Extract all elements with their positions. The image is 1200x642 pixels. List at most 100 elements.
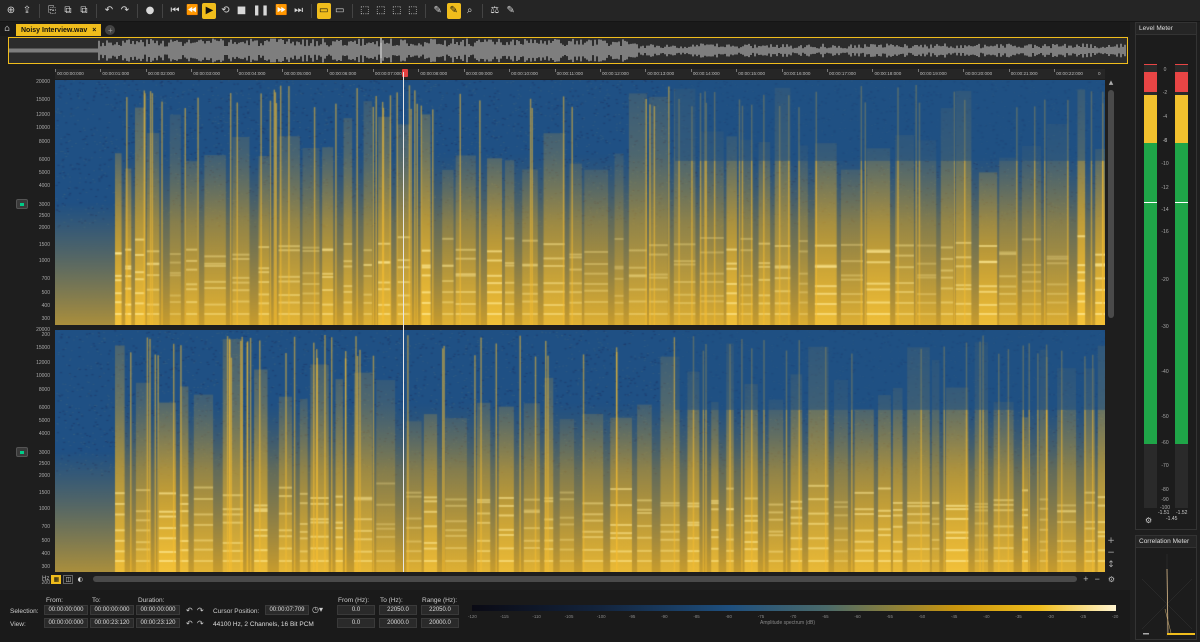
selection-from-hz-field[interactable]: 0.0 xyxy=(337,605,375,615)
rms-value: -1.45 xyxy=(1166,516,1178,522)
balance-icon[interactable]: ⚖ xyxy=(488,3,502,19)
pencil-icon[interactable]: ✎ xyxy=(431,3,445,19)
ruler-tick-label: 00:00:13:000 xyxy=(647,71,675,76)
undo-icon[interactable]: ↶ xyxy=(102,3,116,19)
playhead-line[interactable] xyxy=(403,72,404,572)
zoom-out-icon[interactable]: − xyxy=(1095,574,1100,584)
colorbar-tick-label: -110 xyxy=(532,614,541,619)
view-duration-field[interactable]: 00:00:23:120 xyxy=(136,618,180,628)
view-mode-active-icon[interactable]: ▭ xyxy=(333,3,347,19)
spectrogram-channel-2[interactable] xyxy=(55,330,1105,572)
time-select-icon[interactable]: ⬚ xyxy=(374,3,388,19)
file-tab[interactable]: Noisy Interview.wav × xyxy=(16,24,102,36)
selection-range-hz-field[interactable]: 22050.0 xyxy=(421,605,459,615)
level-scale-label: -80 xyxy=(1161,487,1169,493)
stop-button[interactable]: ■ xyxy=(234,3,248,19)
selection-from-field[interactable]: 00:00:00:000 xyxy=(44,605,88,615)
home-icon[interactable]: ⌂ xyxy=(0,22,14,36)
view-from-field[interactable]: 00:00:00:000 xyxy=(44,618,88,628)
selection-to-field[interactable]: 00:00:00:000 xyxy=(90,605,134,615)
horizontal-scrollbar[interactable] xyxy=(93,576,1078,582)
time-ruler[interactable]: 00:00:00:000 00:00:01:000 00:00:02:000 00:0… xyxy=(55,69,1105,79)
close-tab-icon[interactable]: × xyxy=(92,27,96,34)
selection-duration-field[interactable]: 00:00:00:000 xyxy=(136,605,180,615)
new-icon[interactable]: ⊕ xyxy=(4,3,18,19)
to-hz-label: To (Hz): xyxy=(380,597,403,604)
level-meter-left-channel xyxy=(1144,64,1157,508)
ruler-tick-label: 00:00:22:000 xyxy=(1056,71,1083,76)
export-icon[interactable]: ⇪ xyxy=(20,3,34,19)
ruler-tick-line xyxy=(645,69,647,72)
region-select-icon[interactable]: ⬚ xyxy=(390,3,404,19)
ruler-tick-line xyxy=(963,69,965,72)
overview-waveform-graphic xyxy=(8,38,1126,63)
paste-icon[interactable]: ⧉ xyxy=(61,3,75,19)
ruler-tick-label: 00:00:14:000 xyxy=(692,71,720,76)
vertical-scrollbar[interactable] xyxy=(1108,90,1114,318)
spectral-view-button[interactable]: ▦ xyxy=(51,574,62,584)
zoom-in-icon[interactable]: + xyxy=(1083,574,1088,584)
selection-to-hz-field[interactable]: 22050.0 xyxy=(379,605,417,615)
select-icon[interactable]: ⬚ xyxy=(358,3,372,19)
magic-wand-icon[interactable]: ✎ xyxy=(446,2,461,19)
record-button[interactable]: ● xyxy=(143,3,157,19)
meter-settings-icon[interactable]: ⚙ xyxy=(1145,516,1152,525)
loop-button[interactable]: ⟲ xyxy=(218,3,232,19)
brush-icon[interactable]: ✎ xyxy=(504,3,518,19)
skip-start-button[interactable]: ⏮ xyxy=(168,3,182,19)
frequency-label: 12000 xyxy=(36,112,50,118)
redo-view-icon[interactable]: ↷ xyxy=(197,619,204,628)
overview-waveform[interactable] xyxy=(8,37,1128,64)
lasso-icon[interactable]: ⬚ xyxy=(406,3,420,19)
undo-selection-icon[interactable]: ↶ xyxy=(186,606,193,615)
colorbar-tick-label: -105 xyxy=(564,614,574,619)
toolbar-separator xyxy=(39,3,40,18)
frequency-label: 4000 xyxy=(38,431,50,437)
ruler-tick-label: 00:00:03:000 xyxy=(193,71,221,76)
skip-end-button[interactable]: ⏭ xyxy=(292,3,306,19)
cursor-position-field[interactable]: 00:00:07:709 xyxy=(265,605,309,615)
copy-icon[interactable]: ⎘ xyxy=(45,3,59,19)
vertical-fit-icon[interactable]: ↕ xyxy=(1106,560,1116,570)
fast-forward-button[interactable]: ⏩ xyxy=(273,3,289,19)
correlation-meter-panel: Correlation Meter xyxy=(1135,535,1197,640)
level-scale-label: -40 xyxy=(1161,369,1169,375)
rewind-button[interactable]: ⏪ xyxy=(184,3,200,19)
vertical-scroll-up-icon[interactable]: ▴ xyxy=(1106,78,1116,88)
undo-view-icon[interactable]: ↶ xyxy=(186,619,193,628)
view-to-hz-field[interactable]: 20000.0 xyxy=(379,618,417,628)
view-settings-icon[interactable]: ⚙ xyxy=(1108,575,1115,584)
ruler-tick-line xyxy=(690,69,692,72)
zoom-icon[interactable]: ⌕ xyxy=(463,3,477,19)
ruler-tick-line xyxy=(736,69,738,72)
time-format-icon[interactable]: ◷▾ xyxy=(312,605,323,614)
view-range-hz-field[interactable]: 20000.0 xyxy=(421,618,459,628)
pause-button[interactable]: ❚❚ xyxy=(250,3,271,19)
colorbar-tick-label: -30 xyxy=(1047,614,1054,619)
ruler-tick-line xyxy=(463,69,465,72)
frequency-label: 10000 xyxy=(36,373,50,379)
frequency-label: 5000 xyxy=(38,418,50,424)
view-to-field[interactable]: 00:00:23:120 xyxy=(90,618,134,628)
view-mode-icon[interactable]: ▭ xyxy=(316,2,331,19)
display-mode-icon[interactable]: ◐ xyxy=(75,575,85,584)
colorbar-tick-label: -70 xyxy=(790,614,797,619)
redo-icon[interactable]: ↷ xyxy=(118,3,132,19)
ruler-tick-label: 00:00:06:000 xyxy=(329,71,357,76)
view-from-hz-field[interactable]: 0.0 xyxy=(337,618,375,628)
add-tab-button[interactable]: + xyxy=(105,25,116,35)
level-scale-label: -16 xyxy=(1161,229,1169,235)
channel-2-toggle[interactable] xyxy=(16,447,28,457)
duplicate-icon[interactable]: ⧉ xyxy=(77,3,91,19)
colorbar-title: Amplitude spectrum (dB) xyxy=(760,620,816,626)
spectrogram-channel-1[interactable] xyxy=(55,80,1105,325)
split-view-button[interactable]: ◫ xyxy=(63,574,74,584)
channel-1-toggle[interactable] xyxy=(16,199,28,209)
level-scale-label: -10 xyxy=(1161,161,1169,167)
vertical-zoom-in-icon[interactable]: + xyxy=(1106,536,1116,546)
redo-selection-icon[interactable]: ↷ xyxy=(197,606,204,615)
ruler-tick-label: 00:00:17:000 xyxy=(829,71,856,76)
vertical-zoom-out-icon[interactable]: − xyxy=(1106,548,1116,558)
level-scale-label: -14 xyxy=(1161,207,1169,213)
play-button[interactable]: ▶ xyxy=(202,2,217,19)
